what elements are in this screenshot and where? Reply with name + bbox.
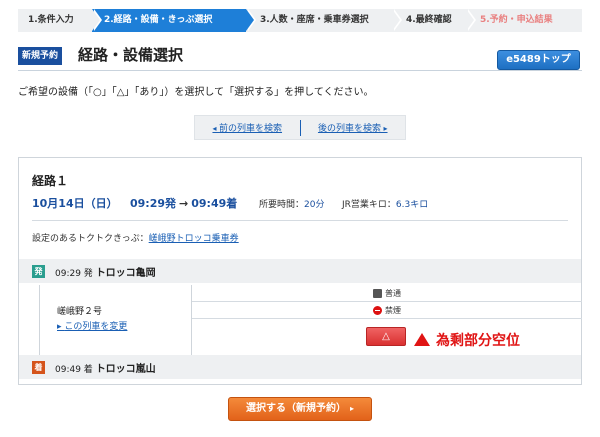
- select-button-label: 選択する（新規予約）: [245, 403, 346, 414]
- route-card: 経路１ 10月14日（日） 09:29発 → 09:49着 所要時間：20分 J…: [18, 157, 582, 385]
- step-label: 1.条件入力: [28, 15, 74, 25]
- annotation-text: 為剩部分空位: [436, 333, 520, 349]
- step-label: 3.人数・座席・乗車券選択: [260, 15, 369, 25]
- seat-icon: [373, 288, 382, 298]
- class-label: 禁煙: [385, 305, 401, 315]
- departure-badge: 発: [32, 264, 45, 278]
- route-title: 経路１: [32, 174, 69, 188]
- train-search-nav: ◂ 前の列車を検索 後の列車を検索 ▸: [194, 115, 406, 140]
- divider: [18, 70, 582, 71]
- change-train-label: この列車を変更: [64, 322, 128, 332]
- class-row-nonsmoking: 禁煙: [192, 302, 582, 319]
- prev-train-label: 前の列車を検索: [219, 124, 283, 134]
- arrival-badge: 着: [32, 360, 45, 374]
- departure-time: 09:29発: [130, 197, 177, 210]
- step-result: 5.予約・申込結果: [466, 9, 582, 32]
- next-train-label: 後の列車を検索: [317, 124, 381, 134]
- class-row-ordinary: 普通: [192, 285, 582, 302]
- arrival-station-time: 09:49 着: [55, 364, 93, 375]
- departure-station-row: 発 09:29 発 トロッコ亀岡: [19, 259, 581, 283]
- step-people-seat: 3.人数・座席・乗車券選択: [246, 9, 402, 32]
- discount-ticket-link[interactable]: 嵯峨野トロッコ乗車券: [149, 234, 239, 244]
- class-label: 普通: [385, 288, 401, 298]
- distance-label: JR営業キロ：: [342, 200, 396, 210]
- progress-steps: 1.条件入力 2.経路・設備・きっぷ選択 3.人数・座席・乗車券選択 4.最終確…: [18, 9, 582, 32]
- page-title: 経路・設備選択: [78, 46, 184, 64]
- no-smoking-icon: [373, 305, 382, 315]
- arrival-time: 09:49着: [191, 197, 238, 210]
- departure-station-name: トロッコ亀岡: [95, 267, 156, 279]
- route-times: 09:29発 → 09:49着: [130, 195, 237, 211]
- next-train-link[interactable]: 後の列車を検索 ▸: [301, 121, 406, 134]
- distance-value: 6.3キロ: [395, 200, 429, 210]
- warning-triangle-icon: [414, 333, 430, 346]
- e5489-top-button[interactable]: e5489トップ: [497, 50, 580, 70]
- step-label: 2.経路・設備・きっぷ選択: [104, 15, 213, 25]
- step-final-confirm: 4.最終確認: [392, 9, 476, 32]
- discount-ticket-label: 設定のあるトクトクきっぷ：: [32, 234, 149, 244]
- duration-label: 所要時間：: [259, 200, 305, 210]
- departure-info: 09:29 発 トロッコ亀岡: [55, 264, 156, 279]
- facility-table: 普通 禁煙 △: [191, 285, 582, 355]
- duration-value: 20分: [304, 200, 325, 210]
- route-date: 10月14日（日）: [32, 197, 118, 210]
- arrival-station-name: トロッコ嵐山: [95, 363, 156, 375]
- select-button[interactable]: 選択する（新規予約） ▸: [228, 397, 372, 421]
- chevron-right-icon: ▸: [349, 404, 354, 413]
- distance: JR営業キロ：6.3キロ: [342, 197, 428, 210]
- instruction-text: ご希望の設備（「○」「△」「あり」）を選択して「選択する」を押してください。: [18, 87, 374, 98]
- arrival-station-row: 着 09:49 着 トロッコ嵐山: [19, 355, 581, 379]
- step-label: 5.予約・申込結果: [480, 15, 553, 25]
- step-route-select: 2.経路・設備・きっぷ選択: [92, 9, 256, 32]
- step-condition: 1.条件入力: [18, 9, 102, 32]
- arrival-info: 09:49 着 トロッコ嵐山: [55, 360, 156, 375]
- discount-ticket-line: 設定のあるトクトクきっぷ：嵯峨野トロッコ乗車券: [32, 231, 239, 244]
- divider: [32, 220, 568, 221]
- prev-train-link[interactable]: ◂ 前の列車を検索: [195, 121, 300, 134]
- step-label: 4.最終確認: [406, 15, 452, 25]
- arrow-right-icon: →: [179, 196, 189, 210]
- chevron-right-icon: ▸: [380, 124, 388, 133]
- departure-station-time: 09:29 発: [55, 268, 93, 279]
- duration: 所要時間：20分: [259, 197, 324, 210]
- train-name: 嵯峨野２号: [57, 307, 103, 317]
- change-train-link[interactable]: ▸ この列車を変更: [57, 319, 127, 332]
- seat-availability-button[interactable]: △: [366, 327, 406, 346]
- train-info: 嵯峨野２号 ▸ この列車を変更: [39, 285, 191, 355]
- new-reservation-badge: 新規予約: [18, 47, 63, 65]
